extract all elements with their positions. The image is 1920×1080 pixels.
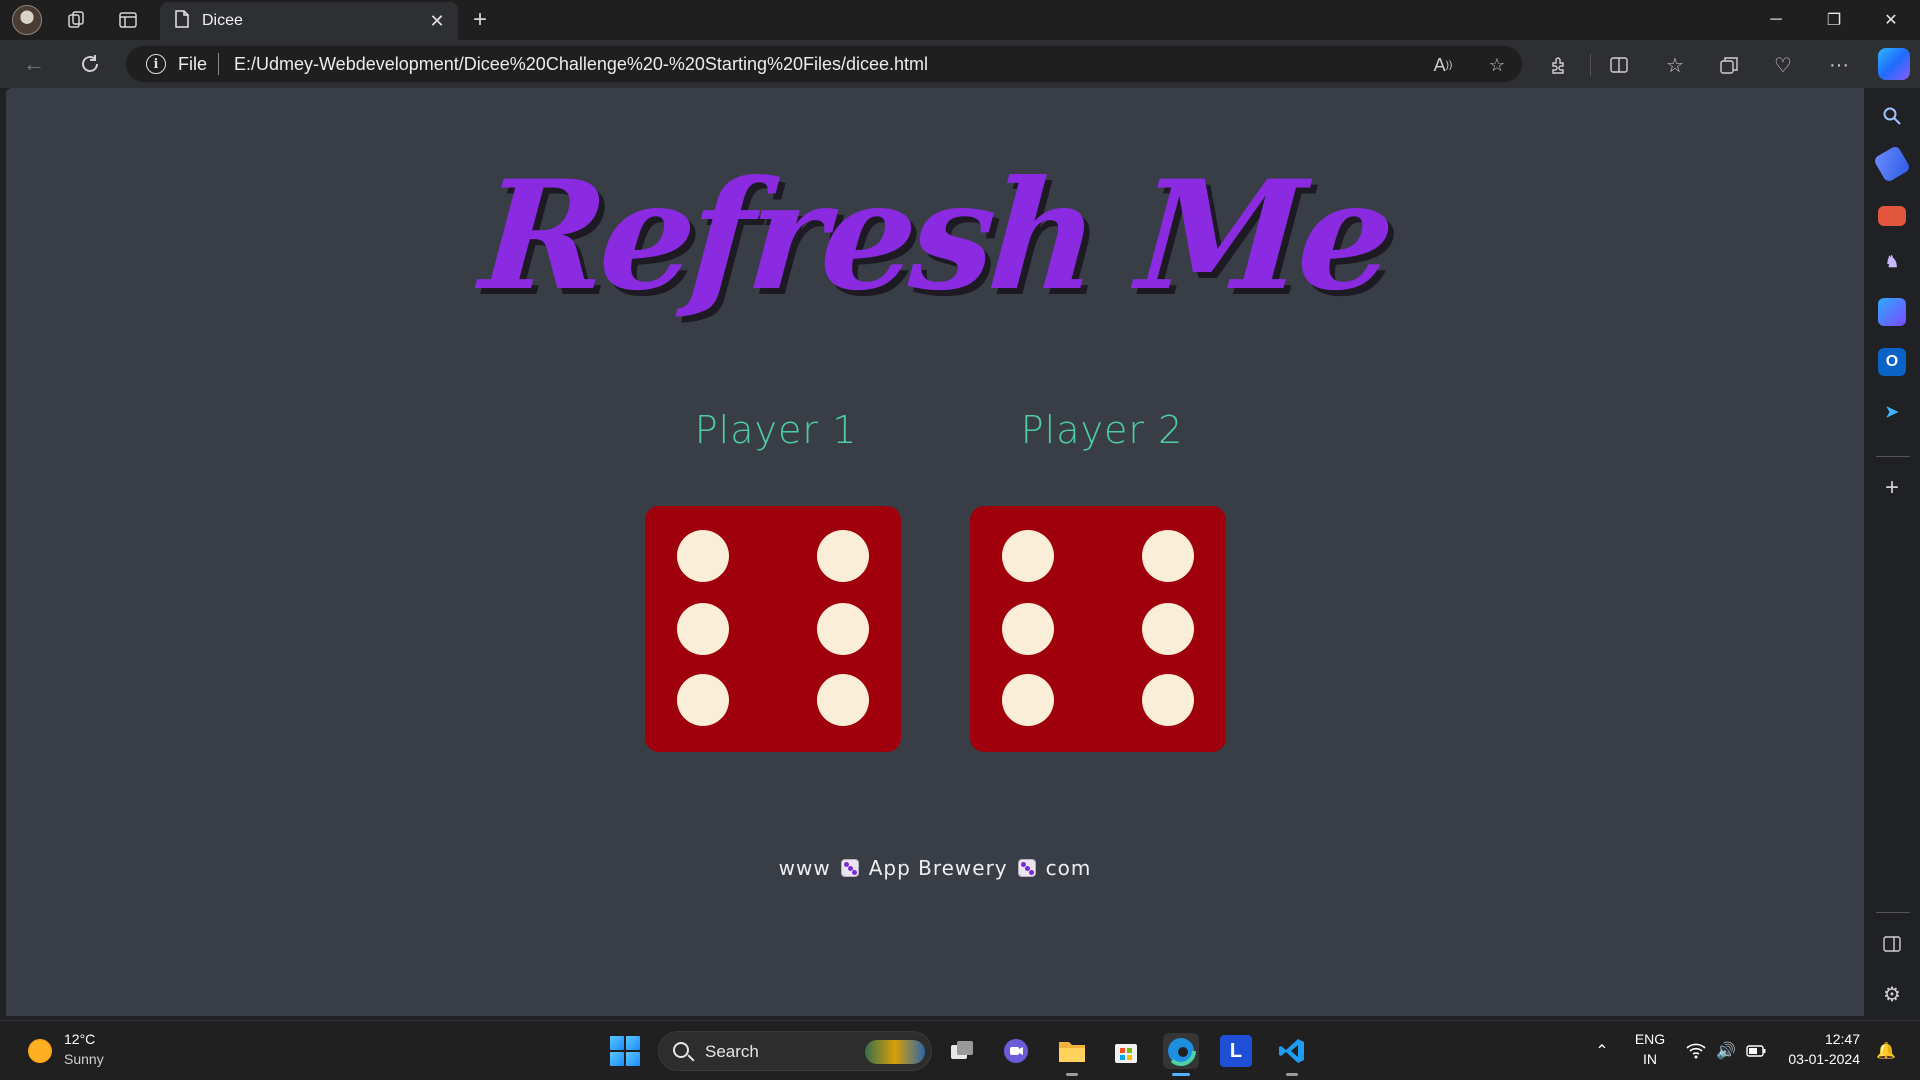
favorites-icon[interactable]: ☆: [1660, 50, 1690, 80]
teams-chat-icon[interactable]: [998, 1033, 1034, 1069]
more-menu-icon[interactable]: ···: [1824, 50, 1854, 80]
running-indicator: [1066, 1073, 1078, 1076]
collections-icon[interactable]: [1714, 50, 1744, 80]
telegram-icon[interactable]: ➤: [1878, 398, 1906, 426]
toolbox-icon[interactable]: [1878, 206, 1906, 226]
protocol-label: File: [178, 54, 208, 74]
tab-actions-icon[interactable]: [114, 6, 142, 34]
dice-pip: [817, 603, 869, 655]
clock-date[interactable]: 03-01-2024: [1780, 1051, 1860, 1067]
favorite-star-icon[interactable]: ☆: [1484, 52, 1510, 78]
settings-icon[interactable]: ⚙: [1878, 980, 1906, 1008]
add-icon[interactable]: +: [1878, 474, 1906, 502]
search-icon[interactable]: [1878, 102, 1906, 130]
dice-pip: [817, 530, 869, 582]
window-close-button[interactable]: ✕: [1862, 0, 1920, 40]
sidebar-divider: [1876, 912, 1910, 913]
dice-emoji-icon: [1017, 859, 1036, 877]
tab-dicee[interactable]: Dicee ✕: [160, 2, 458, 40]
player-1-label: Player 1: [694, 408, 858, 452]
browser-title-bar: Dicee ✕ + ─ ❐ ✕: [0, 0, 1920, 40]
player-2-label: Player 2: [1020, 408, 1184, 452]
outlook-icon[interactable]: O: [1878, 348, 1906, 376]
player-1-dice: [645, 506, 901, 752]
language-label[interactable]: ENG: [1628, 1031, 1672, 1047]
volume-icon[interactable]: 🔊: [1714, 1039, 1738, 1063]
workspaces-icon[interactable]: [62, 6, 90, 34]
address-bar[interactable]: i File E:/Udmey-Webdevelopment/Dicee%20C…: [126, 46, 1522, 82]
weather-condition[interactable]: Sunny: [64, 1051, 104, 1067]
edge-browser-icon[interactable]: [1163, 1033, 1199, 1076]
footer-suffix: com: [1045, 856, 1092, 880]
copilot-icon[interactable]: [1878, 298, 1906, 326]
region-label[interactable]: IN: [1628, 1051, 1672, 1067]
address-divider: [218, 53, 219, 75]
chess-icon[interactable]: ♞: [1878, 248, 1906, 276]
restore-button[interactable]: ❐: [1805, 0, 1863, 40]
notification-bell-icon[interactable]: 🔔: [1874, 1039, 1898, 1063]
start-windows-icon[interactable]: [610, 1036, 640, 1066]
dice-pip: [1002, 674, 1054, 726]
dice-emoji-icon: [840, 859, 859, 877]
tab-close-icon[interactable]: ✕: [426, 10, 448, 32]
dice-pip: [677, 530, 729, 582]
shopping-tag-icon[interactable]: [1872, 144, 1912, 184]
extensions-icon[interactable]: [1544, 50, 1574, 80]
task-view-icon[interactable]: [944, 1033, 980, 1069]
search-label: Search: [705, 1042, 759, 1061]
taskbar-search[interactable]: Search: [658, 1031, 932, 1071]
microsoft-store-icon[interactable]: [1108, 1033, 1144, 1069]
split-panel-icon[interactable]: [1878, 930, 1906, 958]
launcher-l-icon[interactable]: L: [1220, 1035, 1252, 1067]
active-indicator: [1172, 1073, 1190, 1076]
read-aloud-icon[interactable]: A)): [1430, 52, 1456, 78]
clock-time[interactable]: 12:47: [1780, 1031, 1860, 1047]
edge-sidebar: ♞ O ➤ + ⚙: [1864, 88, 1920, 1016]
dice-pip: [1002, 530, 1054, 582]
search-highlight-icon: [865, 1040, 925, 1064]
dice-pip: [1142, 674, 1194, 726]
file-explorer-icon[interactable]: [1054, 1033, 1090, 1076]
weather-temperature[interactable]: 12°C: [64, 1031, 95, 1047]
refresh-icon[interactable]: [76, 50, 104, 78]
search-icon: [673, 1042, 689, 1058]
tab-title: Dicee: [202, 12, 243, 29]
dice-pip: [817, 674, 869, 726]
copilot-icon[interactable]: [1878, 48, 1910, 80]
new-tab-button[interactable]: +: [466, 6, 494, 34]
windows-taskbar: 12°C Sunny Search L ⌃ ENG IN 🔊 12:47 03-…: [0, 1020, 1920, 1080]
footer: www App Brewery com: [6, 856, 1864, 880]
page-viewport: Refresh Me Player 1 Player 2 www App Brew…: [6, 88, 1864, 1016]
battery-icon[interactable]: [1744, 1039, 1768, 1063]
vscode-icon[interactable]: [1274, 1033, 1310, 1076]
browser-essentials-icon[interactable]: ♡: [1768, 50, 1798, 80]
minimize-button[interactable]: ─: [1747, 0, 1805, 40]
running-indicator: [1286, 1073, 1298, 1076]
split-screen-icon[interactable]: [1604, 50, 1634, 80]
site-info-icon[interactable]: i: [146, 54, 166, 74]
player-2-dice: [970, 506, 1226, 752]
toolbar-divider: [1590, 54, 1591, 76]
dice-pip: [1142, 530, 1194, 582]
dice-pip: [677, 603, 729, 655]
dice-pip: [677, 674, 729, 726]
footer-brand: App Brewery: [868, 856, 1008, 880]
chevron-up-icon[interactable]: ⌃: [1590, 1039, 1614, 1063]
profile-avatar[interactable]: [12, 5, 42, 35]
sidebar-divider: [1876, 456, 1910, 457]
wifi-icon[interactable]: [1684, 1039, 1708, 1063]
dice-pip: [1002, 603, 1054, 655]
back-arrow-icon[interactable]: ←: [20, 50, 48, 78]
url-text[interactable]: E:/Udmey-Webdevelopment/Dicee%20Challeng…: [234, 54, 928, 75]
page-title: Refresh Me: [475, 148, 1395, 324]
weather-sun-icon[interactable]: [28, 1039, 52, 1063]
browser-toolbar: ← i File E:/Udmey-Webdevelopment/Dicee%2…: [0, 40, 1920, 88]
dice-pip: [1142, 603, 1194, 655]
page-document-icon: [174, 9, 190, 33]
footer-prefix: www: [778, 856, 831, 880]
